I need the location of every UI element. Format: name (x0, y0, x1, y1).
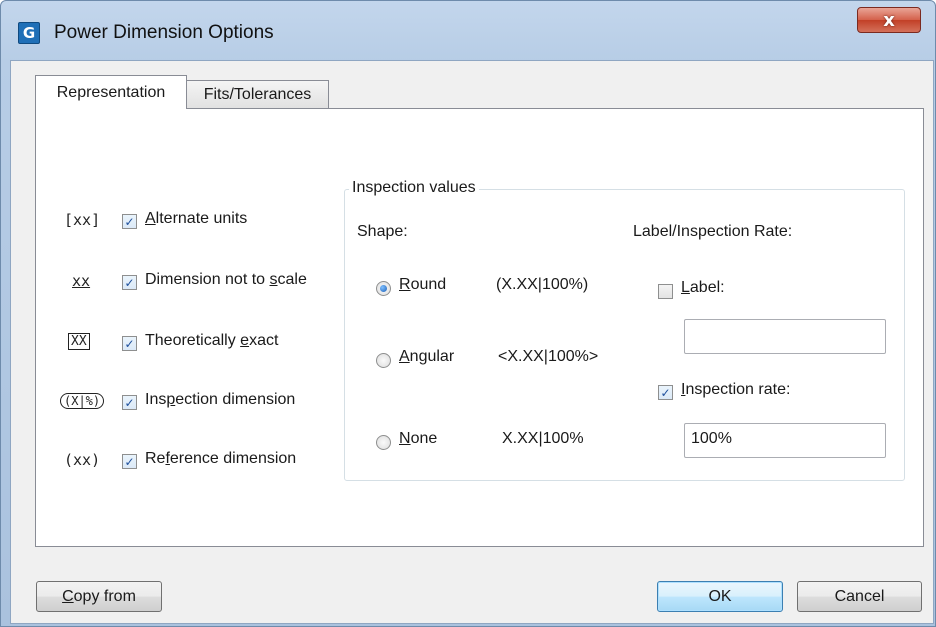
shape-angular-label[interactable]: Angular (399, 348, 454, 366)
app-icon: G (18, 22, 40, 44)
shape-round-label[interactable]: Round (399, 276, 446, 294)
shape-angular-radio[interactable] (376, 353, 391, 368)
alternate-units-symbol: [xx] (64, 211, 101, 229)
not-to-scale-label[interactable]: Dimension not to scale (145, 271, 307, 289)
window-title: Power Dimension Options (54, 22, 274, 43)
inspection-rate-checkbox[interactable]: ✓ (658, 385, 673, 400)
title-bar[interactable]: G Power Dimension Options x (1, 1, 935, 61)
label-checkbox[interactable]: ✓ (658, 284, 673, 299)
tab-representation[interactable]: Representation (35, 75, 187, 109)
theoretically-exact-checkbox[interactable]: ✓ (122, 336, 137, 351)
reference-dimension-label[interactable]: Reference dimension (145, 450, 296, 468)
not-to-scale-symbol: xx (72, 272, 91, 290)
close-button[interactable]: x (857, 7, 921, 33)
inspection-rate-label[interactable]: Inspection rate: (681, 381, 790, 399)
shape-round-radio[interactable] (376, 281, 391, 296)
inspection-rate-input[interactable]: 100% (684, 423, 886, 458)
inspection-dimension-label[interactable]: Inspection dimension (145, 391, 295, 409)
reference-dimension-checkbox[interactable]: ✓ (122, 454, 137, 469)
alternate-units-label[interactable]: Alternate units (145, 210, 247, 228)
reference-dimension-symbol: (xx) (64, 451, 101, 469)
label-inspection-rate-heading: Label/Inspection Rate: (633, 223, 793, 240)
dialog-window: G Power Dimension Options x Representati… (0, 0, 936, 627)
shape-angular-preview: <X.XX|100%> (498, 348, 599, 365)
shape-none-label[interactable]: None (399, 430, 437, 448)
shape-none-preview: X.XX|100% (502, 430, 584, 447)
label-input[interactable] (684, 319, 886, 354)
label-checkbox-label[interactable]: Label: (681, 279, 725, 297)
theoretically-exact-symbol: XX (68, 333, 90, 350)
cancel-button[interactable]: Cancel (797, 581, 922, 612)
ok-button[interactable]: OK (657, 581, 783, 612)
copy-from-button[interactable]: Copy from (36, 581, 162, 612)
shape-none-radio[interactable] (376, 435, 391, 450)
shape-label: Shape: (357, 223, 408, 240)
inspection-dimension-checkbox[interactable]: ✓ (122, 395, 137, 410)
theoretically-exact-label[interactable]: Theoretically exact (145, 332, 278, 350)
inspection-values-title: Inspection values (349, 179, 479, 197)
inspection-dimension-symbol: (X|%) (60, 393, 105, 409)
representation-panel: [xx] ✓ Alternate units xx ✓ Dimension no… (35, 108, 924, 547)
alternate-units-checkbox[interactable]: ✓ (122, 214, 137, 229)
not-to-scale-checkbox[interactable]: ✓ (122, 275, 137, 290)
dialog-client-area: Representation Fits/Tolerances [xx] ✓ Al… (10, 60, 934, 624)
shape-round-preview: (X.XX|100%) (496, 276, 589, 293)
tab-fits-tolerances[interactable]: Fits/Tolerances (186, 80, 329, 109)
